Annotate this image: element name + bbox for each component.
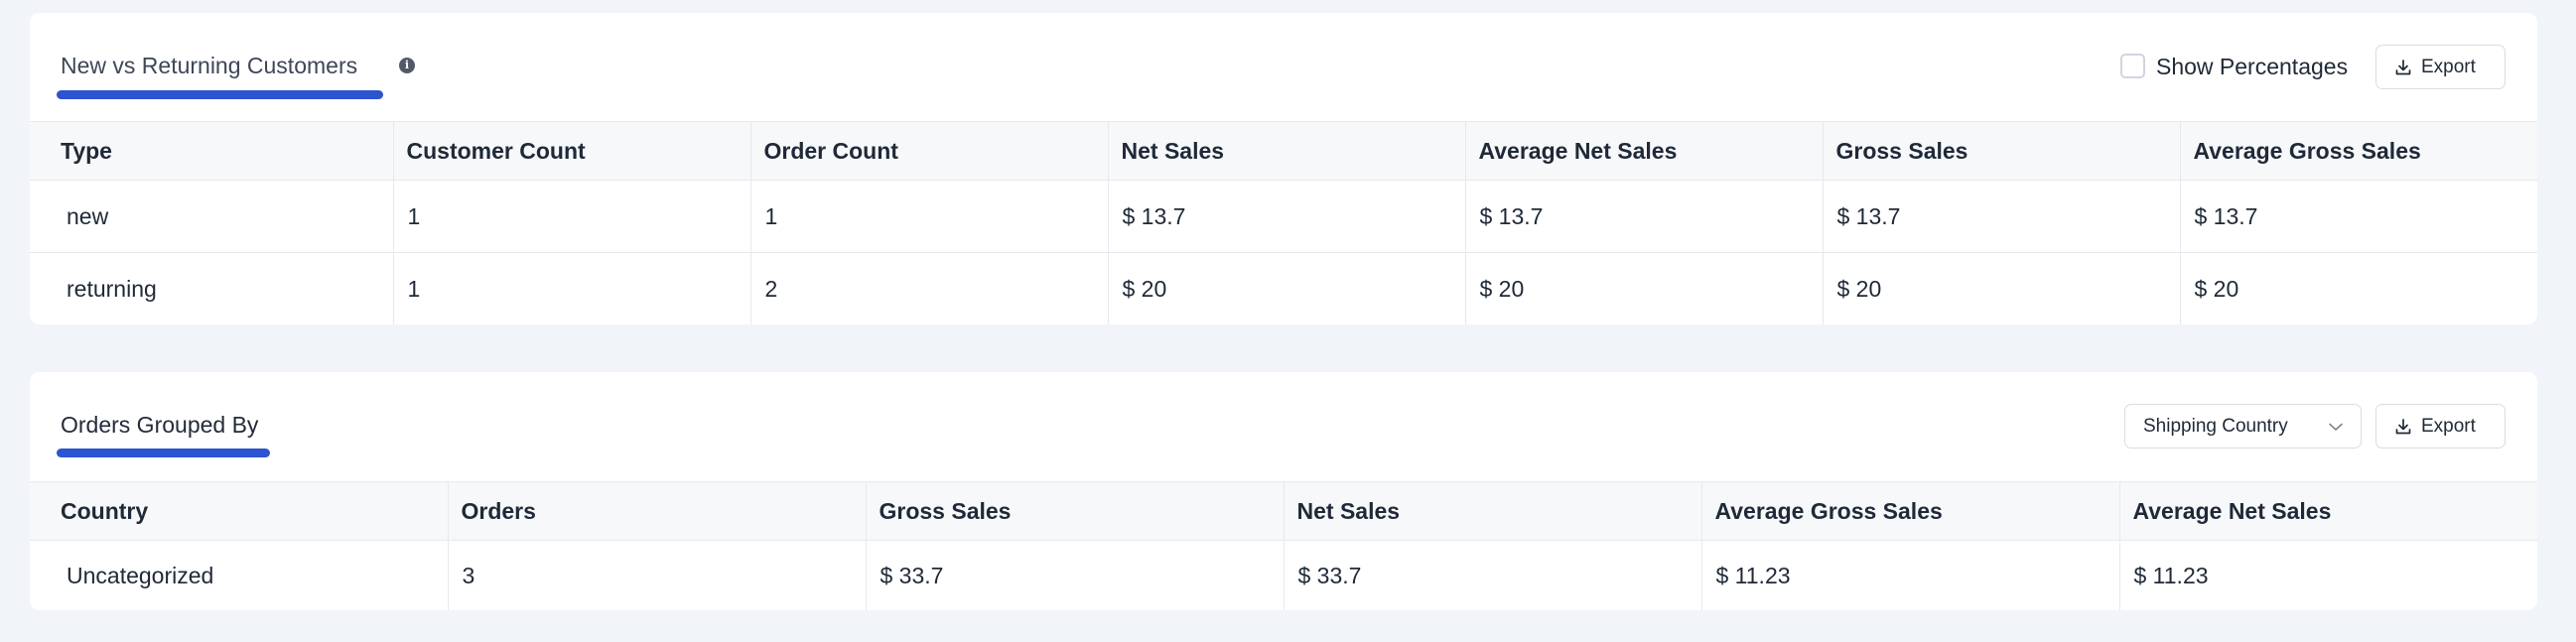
export-label: Export: [2421, 56, 2476, 77]
table-cell: 2: [750, 252, 1109, 324]
column-header[interactable]: Average Net Sales: [1465, 121, 1824, 181]
download-icon: [2395, 418, 2411, 434]
table-cell: $ 20: [1823, 252, 2181, 324]
orders-table: Country Orders Gross Sales Net Sales Ave…: [30, 481, 2537, 610]
orders-export-button[interactable]: Export: [2375, 404, 2506, 449]
export-label: Export: [2421, 415, 2476, 437]
table-cell: $ 11.23: [2133, 562, 2209, 588]
column-header[interactable]: Gross Sales: [866, 481, 1285, 541]
orders-grouped-card: Orders Grouped By Shipping Country Expor…: [30, 372, 2537, 610]
info-icon[interactable]: i: [399, 58, 415, 73]
table-cell: $ 13.7: [1108, 180, 1466, 253]
customers-export-button[interactable]: Export: [2375, 45, 2506, 89]
group-by-selected-value: Shipping Country: [2143, 415, 2288, 437]
table-cell: 1: [393, 180, 751, 253]
orders-card-header: Orders Grouped By Shipping Country Expor…: [30, 372, 2537, 481]
table-cell: $ 13.7: [1465, 180, 1824, 253]
table-cell: 1: [750, 180, 1109, 253]
column-header[interactable]: Type: [30, 121, 394, 181]
column-header[interactable]: Average Net Sales: [2119, 481, 2537, 541]
table-cell: returning: [30, 252, 394, 324]
table-cell: $ 20: [2194, 275, 2239, 302]
customers-card: New vs Returning Customers i Show Percen…: [30, 13, 2537, 324]
active-tab-underline: [57, 90, 383, 99]
table-cell: 1: [393, 252, 751, 324]
group-by-select[interactable]: Shipping Country: [2124, 404, 2362, 449]
table-row: Uncategorized 3 $ 33.7 $ 33.7 $ 11.23 $ …: [30, 540, 2537, 610]
table-row: new 1 1 $ 13.7 $ 13.7 $ 13.7 $ 13.7: [30, 180, 2537, 253]
column-header[interactable]: Net Sales: [1284, 481, 1702, 541]
active-tab-underline: [57, 449, 270, 457]
orders-card-title: Orders Grouped By: [61, 412, 259, 438]
download-icon: [2395, 59, 2411, 74]
customers-card-title: New vs Returning Customers: [61, 53, 358, 78]
table-header-row: Country Orders Gross Sales Net Sales Ave…: [30, 481, 2537, 541]
table-cell: $ 11.23: [1701, 540, 2120, 610]
column-header[interactable]: Orders: [448, 481, 867, 541]
chevron-down-icon: [2329, 423, 2343, 431]
table-cell: $ 13.7: [2180, 180, 2537, 253]
column-header[interactable]: Gross Sales: [1823, 121, 2181, 181]
show-percentages-label[interactable]: Show Percentages: [2156, 54, 2348, 80]
table-cell: $ 13.7: [1823, 180, 2181, 253]
table-cell: new: [30, 180, 394, 253]
table-cell: $ 33.7: [866, 540, 1285, 610]
column-header[interactable]: Net Sales: [1108, 121, 1466, 181]
customers-table: Type Customer Count Order Count Net Sale…: [30, 121, 2537, 324]
customers-card-header: New vs Returning Customers i Show Percen…: [30, 13, 2537, 121]
column-header[interactable]: Country: [30, 481, 449, 541]
column-header[interactable]: Customer Count: [393, 121, 751, 181]
table-cell: $ 33.7: [1284, 540, 1702, 610]
table-cell: $ 20: [1465, 252, 1824, 324]
column-header[interactable]: Average Gross Sales: [1701, 481, 2120, 541]
show-percentages-checkbox[interactable]: [2120, 54, 2145, 78]
column-header[interactable]: Order Count: [750, 121, 1109, 181]
table-header-row: Type Customer Count Order Count Net Sale…: [30, 121, 2537, 181]
table-cell: $ 20: [1108, 252, 1466, 324]
table-cell: Uncategorized: [30, 540, 449, 610]
table-cell: 3: [448, 540, 867, 610]
column-header[interactable]: Average Gross Sales: [2180, 121, 2537, 181]
table-row: returning 1 2 $ 20 $ 20 $ 20 $ 20: [30, 252, 2537, 324]
